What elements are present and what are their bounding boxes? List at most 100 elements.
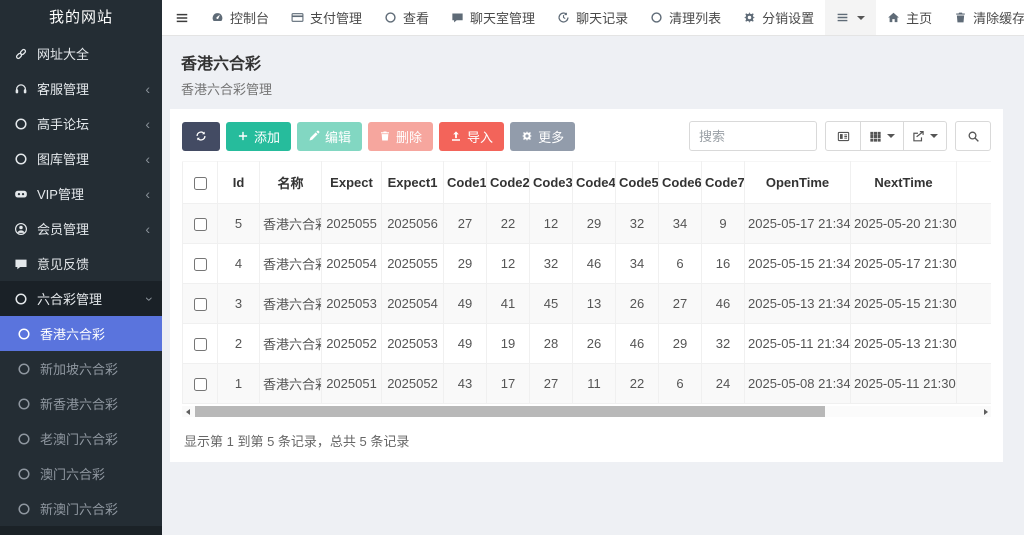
main-area: 控制台 支付管理 查看 聊天室管理 (162, 0, 1024, 535)
toolbar-button[interactable]: 删除 (368, 122, 433, 151)
table-view-buttons (825, 121, 991, 151)
row-checkbox[interactable] (194, 298, 207, 311)
scroll-thumb[interactable] (195, 406, 825, 417)
sidebar: 我的网站 网址大全 客服管理 ‹ 高手论坛 ‹ (0, 0, 162, 535)
item-icon (743, 11, 756, 24)
table-cell: 2025052 (382, 364, 444, 404)
search-area (689, 121, 991, 151)
table-cell: 2025052 (322, 324, 382, 364)
records-summary: 显示第 1 到第 5 条记录，总共 5 条记录 (182, 431, 991, 450)
item-icon (837, 130, 850, 143)
search-input[interactable] (689, 121, 817, 151)
item-icon (14, 257, 28, 271)
table-cell: 2025054 (322, 244, 382, 284)
column-header-cell: OpenTime (745, 162, 851, 204)
scroll-left-arrow[interactable] (182, 406, 193, 417)
item-icon (211, 11, 224, 24)
row-checkbox[interactable] (194, 338, 207, 351)
item-icon (14, 47, 28, 61)
sidebar-subitem[interactable]: 澳门六合彩 (0, 456, 162, 491)
scroll-track[interactable] (193, 406, 980, 417)
column-header-cell: Code1 (444, 162, 487, 204)
sidebar-subitem-label: 新香港六合彩 (40, 394, 118, 413)
sidebar-subitem[interactable]: 新香港六合彩 (0, 386, 162, 421)
row-checkbox[interactable] (194, 218, 207, 231)
home-link[interactable]: 主页 (876, 0, 943, 35)
table-cell: 34 (616, 244, 659, 284)
table-cell: 26 (573, 324, 616, 364)
sidebar-item-label: 六合彩管理 (37, 289, 102, 308)
navbar-link[interactable]: 聊天记录 (546, 0, 639, 35)
table-cell: 2025- (957, 324, 992, 364)
table-view-button[interactable] (860, 121, 904, 151)
scroll-right-arrow[interactable] (980, 406, 991, 417)
navbar-link[interactable]: 分销设置 (732, 0, 825, 35)
sidebar-item[interactable]: 高手论坛 ‹ (0, 106, 162, 141)
table-cell: 6 (659, 244, 702, 284)
caret-down-icon (857, 16, 865, 20)
sidebar-subitem[interactable]: 新加坡六合彩 (0, 351, 162, 386)
table-view-button[interactable] (955, 121, 991, 151)
row-checkbox[interactable] (194, 258, 207, 271)
sidebar-item-label: 高手论坛 (37, 114, 89, 133)
table-view-button[interactable] (903, 121, 947, 151)
table-cell: 32 (616, 204, 659, 244)
table-cell: 2025-05-13 21:30:00 (851, 324, 957, 364)
select-all-header-cell (183, 162, 218, 204)
sidebar-item[interactable]: 会员管理 ‹ (0, 211, 162, 246)
navbar-link[interactable]: 清理列表 (639, 0, 732, 35)
table-view-button[interactable] (825, 121, 861, 151)
sidebar-subitem[interactable]: 老澳门六合彩 (0, 421, 162, 456)
sidebar-item[interactable]: 网址大全 (0, 36, 162, 71)
table-cell: 34 (659, 204, 702, 244)
sidebar-subitem[interactable]: 香港六合彩 (0, 316, 162, 351)
table-cell: 2 (218, 324, 260, 364)
item-icon (451, 11, 464, 24)
table-cell: 5 (218, 204, 260, 244)
table-cell: 12 (530, 204, 573, 244)
table-row: 4 香港六合彩 2025054 2025055 29 (183, 244, 992, 284)
item-icon (17, 362, 31, 376)
sidebar-subitem[interactable]: 新澳门六合彩 (0, 491, 162, 526)
sidebar-item[interactable]: 六合彩管理 ‹ (0, 281, 162, 316)
row-checkbox[interactable] (194, 378, 207, 391)
toolbar-button[interactable]: 添加 (226, 122, 291, 151)
toolbar-button[interactable]: 导入 (439, 122, 504, 151)
sidebar-toggle-button[interactable] (164, 0, 200, 35)
navbar-link[interactable]: 控制台 (200, 0, 280, 35)
navbar-link[interactable]: 支付管理 (280, 0, 373, 35)
clear-cache-link[interactable]: 清除缓存 (943, 0, 1024, 35)
list-dropdown-button[interactable] (825, 0, 876, 35)
item-icon (17, 327, 31, 341)
sidebar-item[interactable]: 客服管理 ‹ (0, 71, 162, 106)
navbar-link[interactable]: 聊天室管理 (440, 0, 546, 35)
toolbar-button-label: 添加 (254, 127, 280, 146)
navbar-link[interactable]: 查看 (373, 0, 440, 35)
toolbar-button[interactable]: 更多 (510, 122, 575, 151)
sidebar-item[interactable]: 意见反馈 (0, 246, 162, 281)
caret-down-icon (930, 134, 938, 138)
column-header-cell: Code2 (487, 162, 530, 204)
sidebar-subitem-label: 老澳门六合彩 (40, 429, 118, 448)
chevron-icon: ‹ (145, 82, 150, 96)
sidebar-item[interactable]: VIP管理 ‹ (0, 176, 162, 211)
toolbar-button-label: 导入 (467, 127, 493, 146)
item-icon (650, 11, 663, 24)
table-cell: 46 (702, 284, 745, 324)
sidebar-item[interactable]: 图库管理 ‹ (0, 141, 162, 176)
item-icon (291, 11, 304, 24)
item-icon (17, 397, 31, 411)
table-cell: 9 (702, 204, 745, 244)
table-cell: 2025053 (382, 324, 444, 364)
left-triangle-icon (186, 409, 190, 415)
table-cell: 27 (444, 204, 487, 244)
toolbar-button[interactable] (182, 122, 220, 151)
select-all-checkbox[interactable] (194, 177, 207, 190)
table-cell: 2025-05-15 21:34:39 (745, 244, 851, 284)
app-root: 我的网站 网址大全 客服管理 ‹ 高手论坛 ‹ (0, 0, 1024, 535)
toolbar-button[interactable]: 编辑 (297, 122, 362, 151)
sidebar-item-label: 网址大全 (37, 44, 89, 63)
item-icon (17, 502, 31, 516)
sidebar-bottom-strip (0, 526, 162, 535)
horizontal-scrollbar[interactable] (182, 405, 991, 418)
